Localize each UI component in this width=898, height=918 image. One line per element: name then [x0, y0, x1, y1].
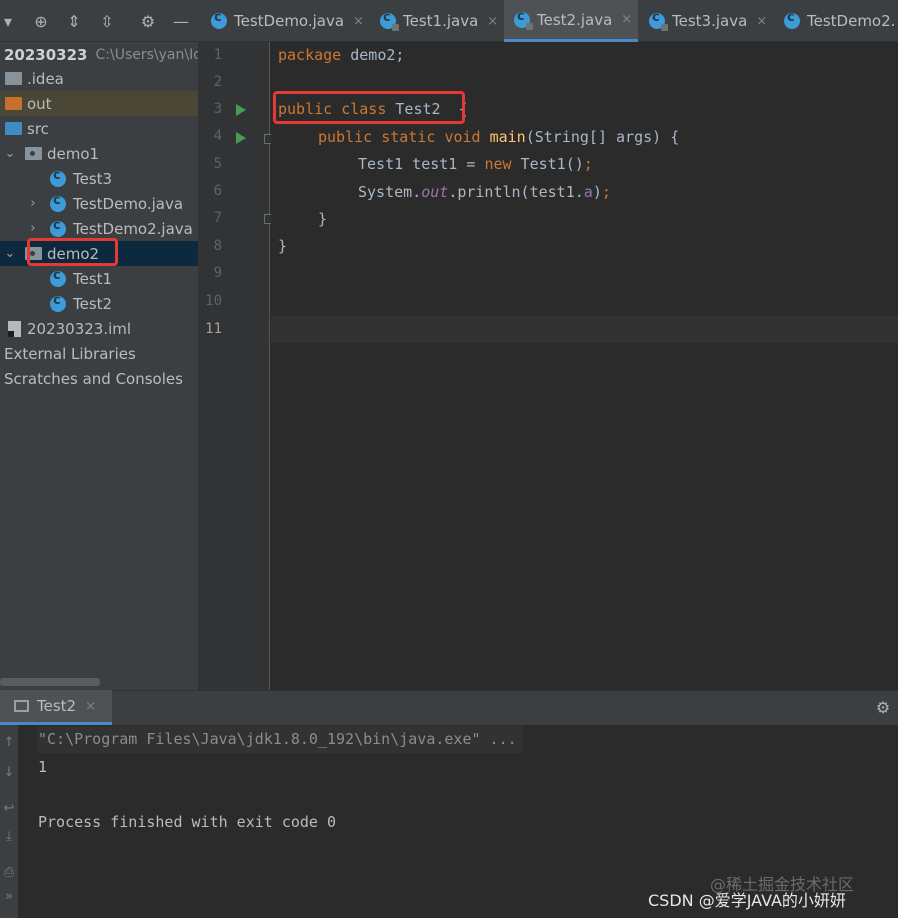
- console-command-line: "C:\Program Files\Java\jdk1.8.0_192\bin\…: [38, 726, 523, 753]
- run-class-icon[interactable]: [236, 104, 246, 116]
- run-tool-window-header: ⚙: [0, 690, 898, 725]
- tree-item-scratches[interactable]: Scratches and Consoles: [0, 366, 198, 391]
- line-number: 8: [213, 238, 222, 254]
- tab-run-test2[interactable]: Test2 ×: [0, 690, 112, 725]
- tree-item-test2[interactable]: Test2: [0, 291, 198, 316]
- tree-item-demo1[interactable]: ⌄ demo1: [0, 141, 198, 166]
- tab-test3[interactable]: Test3.java ×: [639, 0, 775, 42]
- close-icon[interactable]: ×: [85, 699, 96, 714]
- code-line-6: System.out.println(test1.a);: [358, 183, 611, 201]
- tree-item-out[interactable]: out: [0, 91, 198, 116]
- java-class-icon: [211, 10, 227, 29]
- tree-item-iml[interactable]: 20230323.iml: [0, 316, 198, 341]
- code-line-5: Test1 test1 = new Test1();: [358, 155, 593, 173]
- run-side-toolbar: ↑ ↓ ↩ ⤓ ⎙ »: [0, 725, 18, 918]
- collapse-all-icon[interactable]: ⇳: [96, 11, 118, 33]
- tree-item-idea[interactable]: .idea: [0, 66, 198, 91]
- editor-tab-bar: ▾ ⊕ ⇕ ⇳ ⚙ — TestDemo.java × Test1.java ×…: [0, 0, 898, 42]
- arrow-up-icon[interactable]: ↑: [0, 735, 18, 750]
- java-class-icon: [380, 10, 399, 31]
- code-line-1: package demo2;: [278, 46, 405, 64]
- highlight-box-class-declaration: [273, 91, 465, 124]
- soft-wrap-icon[interactable]: ↩: [0, 801, 18, 816]
- line-number: 6: [213, 183, 222, 199]
- package-icon: [25, 147, 42, 160]
- code-line-8: }: [278, 237, 288, 255]
- java-class-icon: [514, 9, 533, 30]
- tab-test1[interactable]: Test1.java ×: [368, 0, 503, 42]
- java-class-icon: [50, 168, 66, 187]
- highlight-box-demo2: [27, 238, 118, 266]
- java-class-icon: [50, 268, 66, 287]
- tab-test2[interactable]: Test2.java ×: [504, 0, 638, 42]
- gear-icon[interactable]: ⚙: [137, 11, 159, 33]
- watermark-csdn: CSDN @爱学JAVA的小妍妍: [648, 891, 846, 910]
- current-line-highlight: [271, 316, 898, 343]
- tree-item-src[interactable]: src: [0, 116, 198, 141]
- crosshair-icon[interactable]: ⊕: [30, 11, 52, 33]
- java-class-icon: [784, 10, 800, 29]
- tree-item-test3[interactable]: Test3: [0, 166, 198, 191]
- console-icon: [14, 700, 29, 712]
- tab-testdemo[interactable]: TestDemo.java ×: [199, 0, 367, 42]
- console-exit-message: Process finished with exit code 0: [38, 813, 337, 831]
- tree-item-external-libraries[interactable]: External Libraries: [0, 341, 198, 366]
- code-line-4: public static void main(String[] args) {: [318, 128, 680, 146]
- line-number: 10: [205, 293, 222, 309]
- chevron-right-icon[interactable]: ›: [26, 221, 40, 236]
- close-icon[interactable]: ×: [487, 14, 498, 29]
- expand-all-icon[interactable]: ⇕: [63, 11, 85, 33]
- run-main-icon[interactable]: [236, 132, 246, 144]
- java-class-icon: [50, 193, 66, 212]
- more-icon[interactable]: »: [0, 889, 18, 904]
- source-folder-icon: [5, 122, 22, 135]
- console-output-line: 1: [38, 758, 48, 776]
- java-class-icon: [649, 10, 668, 31]
- line-number: 3: [213, 101, 222, 117]
- tree-item-testdemo[interactable]: › TestDemo.java: [0, 191, 198, 216]
- java-class-icon: [50, 218, 66, 237]
- tree-item-test1[interactable]: Test1: [0, 266, 198, 291]
- close-icon[interactable]: ×: [353, 14, 364, 29]
- line-number: 7: [213, 210, 222, 226]
- dropdown-icon[interactable]: ▾: [0, 11, 16, 33]
- chevron-down-icon[interactable]: ⌄: [3, 246, 17, 261]
- line-number: 2: [213, 74, 222, 90]
- close-icon[interactable]: ×: [621, 12, 632, 27]
- minimize-icon[interactable]: —: [170, 11, 192, 33]
- folder-icon: [5, 72, 22, 85]
- folder-icon: [5, 97, 22, 110]
- arrow-down-icon[interactable]: ↓: [0, 765, 18, 780]
- tab-testdemo2[interactable]: TestDemo2.: [776, 0, 898, 42]
- editor-gutter: 1 2 3 4 5 6 7 8 9 10 11: [198, 42, 273, 690]
- gear-icon[interactable]: ⚙: [872, 697, 894, 719]
- chevron-down-icon[interactable]: ⌄: [3, 146, 17, 161]
- chevron-right-icon[interactable]: ›: [26, 196, 40, 211]
- tree-root[interactable]: 20230323 C:\Users\yan\Ide: [0, 42, 198, 67]
- project-tree: 20230323 C:\Users\yan\Ide .idea out src …: [0, 42, 198, 690]
- horizontal-scrollbar[interactable]: [0, 678, 100, 686]
- line-number: 5: [213, 156, 222, 172]
- line-number-current: 11: [205, 321, 222, 337]
- code-line-7: }: [318, 210, 328, 228]
- close-icon[interactable]: ×: [756, 14, 767, 29]
- line-number: 9: [213, 265, 222, 281]
- line-number: 1: [213, 47, 222, 63]
- scroll-to-end-icon[interactable]: ⤓: [0, 829, 18, 844]
- java-class-icon: [50, 293, 66, 312]
- module-file-icon: [8, 320, 21, 337]
- print-icon[interactable]: ⎙: [0, 865, 18, 880]
- line-number: 4: [213, 128, 222, 144]
